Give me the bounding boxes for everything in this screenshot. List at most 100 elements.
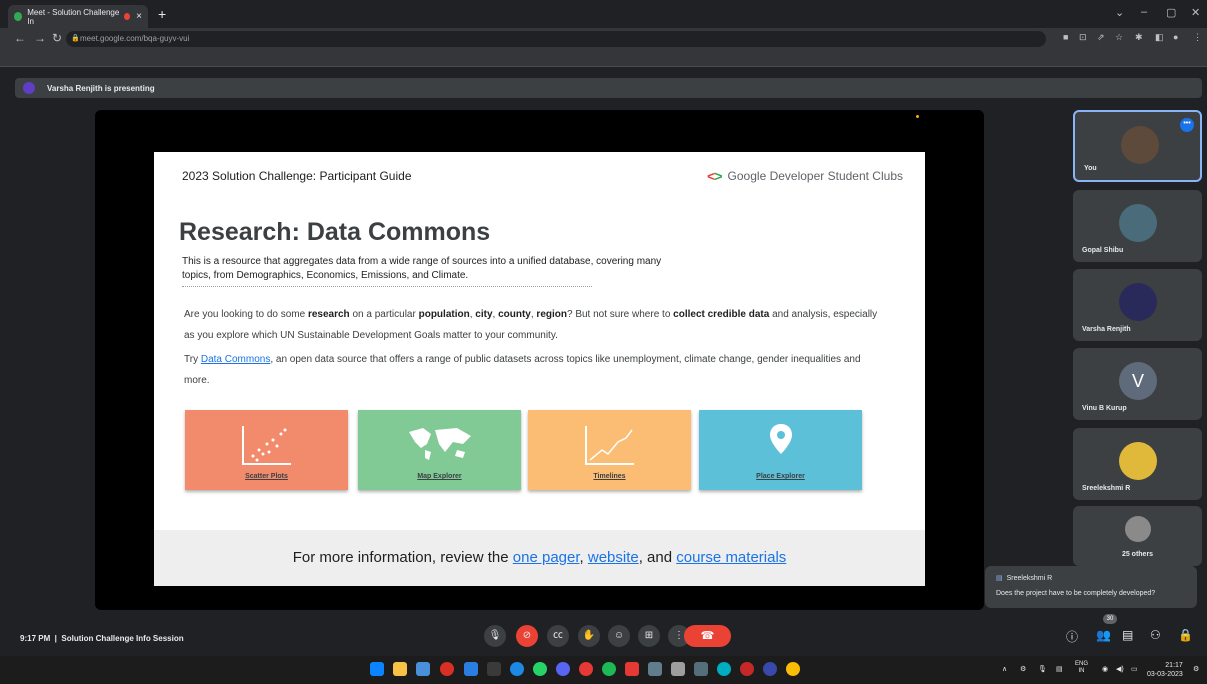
participant-tile-vinu[interactable]: V Vinu B Kurup [1073, 348, 1202, 420]
whatsapp-icon[interactable] [533, 662, 547, 676]
start-icon[interactable] [370, 662, 384, 676]
participant-tile-others[interactable]: 25 others [1073, 506, 1202, 566]
slide-subtitle: This is a resource that aggregates data … [182, 256, 662, 281]
file-explorer-icon[interactable] [393, 662, 407, 676]
chrome-icon[interactable] [717, 662, 731, 676]
scatter-chart-icon [241, 426, 291, 465]
tab-search-icon[interactable]: ⌄ [1115, 6, 1124, 19]
close-window-icon[interactable]: ✕ [1191, 6, 1200, 19]
one-pager-link[interactable]: one pager [513, 549, 580, 566]
extensions-icon[interactable]: ✱ [1135, 32, 1143, 43]
taskbar-clock[interactable]: 21:17 03-03-2023 [1147, 661, 1183, 679]
url-input[interactable]: 🔒 meet.google.com/bqa-guyv-vui [66, 31, 1046, 47]
tray-icon[interactable]: ⚙ [1020, 665, 1026, 673]
app-icon-4[interactable] [694, 662, 708, 676]
data-commons-link[interactable]: Data Commons [201, 354, 270, 365]
card-label: Place Explorer [756, 473, 805, 480]
participant-tile-gopal[interactable]: Gopal Shibu [1073, 190, 1202, 262]
card-scatter-plots[interactable]: Scatter Plots [185, 410, 348, 490]
forward-icon[interactable]: → [34, 31, 46, 45]
profile-icon[interactable]: ● [1173, 32, 1178, 42]
calculator-icon[interactable] [648, 662, 662, 676]
mic-button[interactable]: 🎙 [484, 625, 506, 647]
chat-notification[interactable]: ▤ Sreelekshmi R Does the project have to … [985, 566, 1197, 608]
menu-icon[interactable]: ⋮ [1193, 32, 1202, 43]
participant-tile-sreelekshmi[interactable]: Sreelekshmi R [1073, 428, 1202, 500]
url-text: meet.google.com/bqa-guyv-vui [80, 34, 190, 43]
participant-name: Sreelekshmi R [1082, 485, 1131, 492]
card-label: Timelines [593, 473, 626, 480]
spotify-icon[interactable] [602, 662, 616, 676]
meeting-info-icon[interactable]: ⓘ [1066, 628, 1078, 645]
chrome-canary-icon[interactable] [786, 662, 800, 676]
leave-call-button[interactable]: ☎ [684, 625, 731, 647]
participant-tile-you[interactable]: ••• You [1073, 110, 1202, 182]
battery-icon[interactable]: ▭ [1131, 665, 1138, 673]
presenter-avatar [23, 82, 35, 94]
install-icon[interactable]: ⊡ [1079, 32, 1087, 43]
captions-button[interactable]: ㏄ [547, 625, 569, 647]
gdsc-brand-text: Google Developer Student Clubs [727, 169, 903, 183]
sidepanel-icon[interactable]: ◧ [1155, 32, 1164, 43]
bookmarks-bar [0, 50, 1207, 67]
vscode-icon[interactable] [464, 662, 478, 676]
volume-icon[interactable]: ◀) [1116, 665, 1124, 673]
share-icon[interactable]: ⇗ [1097, 32, 1105, 43]
reactions-button[interactable]: ☺ [608, 625, 630, 647]
new-tab-icon[interactable]: + [158, 6, 166, 22]
opera-icon[interactable] [440, 662, 454, 676]
wifi-icon[interactable]: ◉ [1102, 665, 1108, 673]
avatar [1121, 126, 1159, 164]
edge-icon[interactable] [510, 662, 524, 676]
activity-dot [916, 115, 919, 118]
discord-icon[interactable] [556, 662, 570, 676]
camera-icon[interactable]: ■ [1063, 32, 1068, 42]
chat-message: Does the project have to be completely d… [996, 590, 1156, 597]
slide-paragraph-1: Are you looking to do some research on a… [184, 309, 878, 341]
card-label: Map Explorer [417, 473, 462, 480]
app-icon-3[interactable] [671, 662, 685, 676]
chat-icon: ▤ [996, 575, 1003, 582]
card-timelines[interactable]: Timelines [528, 410, 691, 490]
browser-tab[interactable]: Meet - Solution Challenge In × [8, 5, 148, 28]
slide-header: 2023 Solution Challenge: Participant Gui… [182, 169, 412, 183]
app-red-icon[interactable] [579, 662, 593, 676]
meet-area: Varsha Renjith is presenting 2023 Soluti… [0, 68, 1207, 656]
slide-footer: For more information, review the one pag… [154, 530, 925, 586]
tray-icon[interactable]: 🎙 [1038, 665, 1047, 673]
activities-icon[interactable]: ⚇ [1150, 628, 1161, 642]
app-icon-5[interactable] [740, 662, 754, 676]
host-controls-icon[interactable]: 🔒 [1178, 628, 1193, 642]
app-icon-6[interactable] [763, 662, 777, 676]
participant-tile-varsha[interactable]: Varsha Renjith [1073, 269, 1202, 341]
people-icon[interactable]: 👥 [1096, 628, 1111, 642]
card-map-explorer[interactable]: Map Explorer [358, 410, 521, 490]
reload-icon[interactable]: ↻ [52, 31, 62, 45]
tray-chevron-icon[interactable]: ∧ [1002, 665, 1007, 673]
chat-panel-icon[interactable]: ▤ [1122, 628, 1133, 642]
camera-off-button[interactable]: ⊘ [516, 625, 538, 647]
address-bar-row: ← → ↻ 🔒 meet.google.com/bqa-guyv-vui ■ ⊡… [0, 28, 1207, 50]
present-button[interactable]: ⊞ [638, 625, 660, 647]
card-place-explorer[interactable]: Place Explorer [699, 410, 862, 490]
raise-hand-button[interactable]: ✋ [578, 625, 600, 647]
phone-hangup-icon: ☎ [700, 630, 715, 642]
maximize-icon[interactable]: ▢ [1166, 6, 1176, 19]
hand-icon: ✋ [582, 630, 596, 641]
photos-icon[interactable] [416, 662, 430, 676]
participant-name: Vinu B Kurup [1082, 405, 1127, 412]
language-indicator[interactable]: ENG IN [1075, 661, 1088, 675]
tray-icon[interactable]: ▤ [1056, 665, 1063, 673]
app-icon[interactable] [487, 662, 501, 676]
slide-title: Research: Data Commons [179, 218, 491, 246]
bookmark-star-icon[interactable]: ☆ [1115, 32, 1123, 43]
notifications-icon[interactable]: ⚙ [1193, 665, 1199, 673]
course-materials-link[interactable]: course materials [676, 549, 786, 566]
more-options-icon[interactable]: ••• [1180, 118, 1194, 132]
app-icon-2[interactable] [625, 662, 639, 676]
close-tab-icon[interactable]: × [136, 11, 142, 22]
minimize-icon[interactable]: – [1141, 6, 1147, 18]
back-icon[interactable]: ← [14, 31, 26, 45]
website-link[interactable]: website [588, 549, 639, 566]
location-pin-icon [769, 424, 792, 454]
